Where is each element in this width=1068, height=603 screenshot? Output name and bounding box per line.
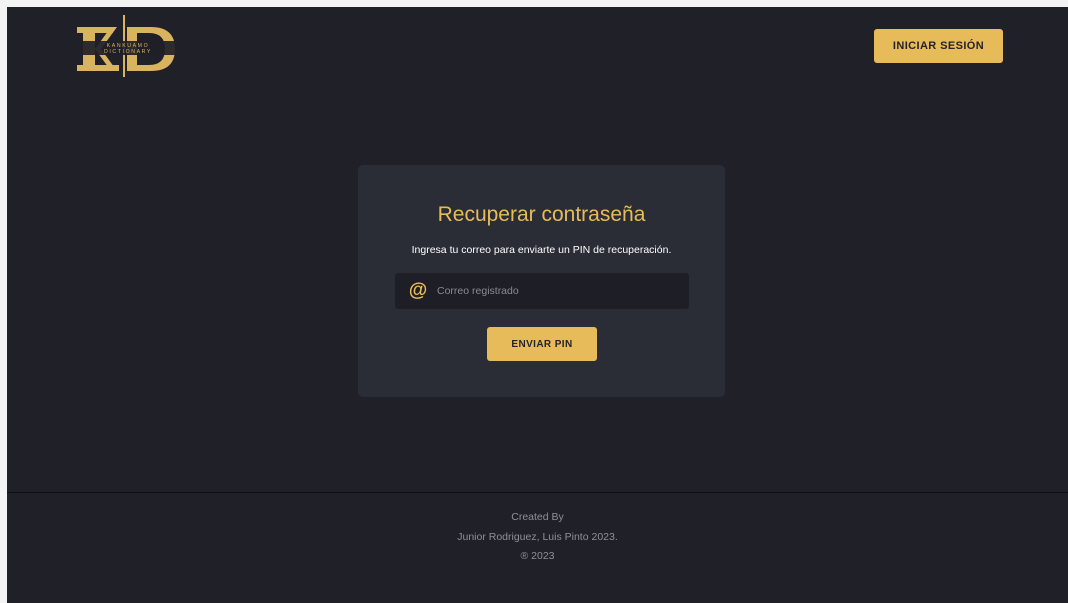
card-title: Recuperar contraseña — [437, 203, 646, 226]
app-frame: KANKUAMO DICTIONARY INICIAR SESIÓN Recup… — [7, 7, 1068, 603]
login-button[interactable]: INICIAR SESIÓN — [874, 29, 1003, 63]
recover-password-card: Recuperar contraseña Ingresa tu correo p… — [358, 165, 725, 397]
footer-authors: Junior Rodriguez, Luis Pinto 2023. — [457, 531, 618, 543]
footer: Created By Junior Rodriguez, Luis Pinto … — [7, 492, 1068, 603]
send-pin-button[interactable]: ENVIAR PIN — [487, 327, 597, 361]
header: KANKUAMO DICTIONARY INICIAR SESIÓN — [7, 7, 1068, 87]
at-sign-icon: @ — [408, 280, 428, 301]
footer-created-by: Created By — [511, 511, 564, 523]
logo-icon: KANKUAMO DICTIONARY — [77, 15, 175, 77]
logo-line2: DICTIONARY — [104, 49, 152, 55]
email-field[interactable]: @ — [395, 273, 689, 309]
footer-copyright: ® 2023 — [520, 550, 555, 562]
card-description: Ingresa tu correo para enviarte un PIN d… — [411, 244, 672, 256]
email-input[interactable] — [437, 285, 657, 297]
logo[interactable]: KANKUAMO DICTIONARY — [71, 13, 181, 77]
